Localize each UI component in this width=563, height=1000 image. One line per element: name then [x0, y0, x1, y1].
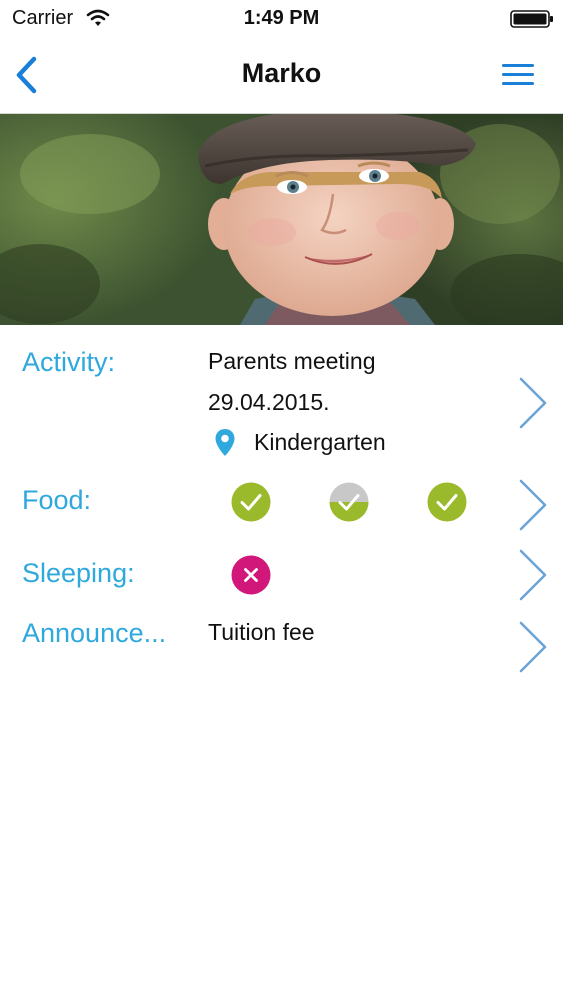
location-pin-icon — [215, 429, 235, 456]
navigation-bar: Marko — [0, 38, 563, 114]
sleeping-cross-icon — [231, 555, 271, 595]
child-photo — [0, 114, 563, 325]
activity-chevron-icon[interactable] — [514, 376, 550, 430]
announcement-text: Tuition fee — [208, 619, 315, 645]
meal-1-check-icon — [231, 482, 271, 522]
meal-3-check-icon — [427, 482, 467, 522]
activity-date: 29.04.2015. — [208, 389, 330, 415]
hamburger-menu-icon[interactable] — [500, 60, 536, 90]
sleeping-chevron-icon[interactable] — [514, 548, 550, 602]
activity-title: Parents meeting — [208, 348, 376, 374]
status-bar: Carrier 1:49 PM — [0, 0, 563, 38]
activity-label: Activity: — [22, 347, 116, 377]
child-profile-screen: Carrier 1:49 PM Marko Activity: Parents … — [0, 0, 563, 1000]
food-label: Food: — [22, 485, 92, 515]
sleeping-label: Sleeping: — [22, 558, 135, 588]
meal-2-partial-check-icon — [329, 482, 369, 522]
battery-icon — [510, 10, 553, 28]
announcements-label: Announce... — [22, 618, 167, 648]
clock: 1:49 PM — [243, 7, 320, 29]
page-title: Marko — [241, 58, 322, 88]
activity-location: Kindergarten — [254, 429, 386, 455]
announcements-chevron-icon[interactable] — [514, 620, 550, 674]
food-chevron-icon[interactable] — [514, 478, 550, 532]
